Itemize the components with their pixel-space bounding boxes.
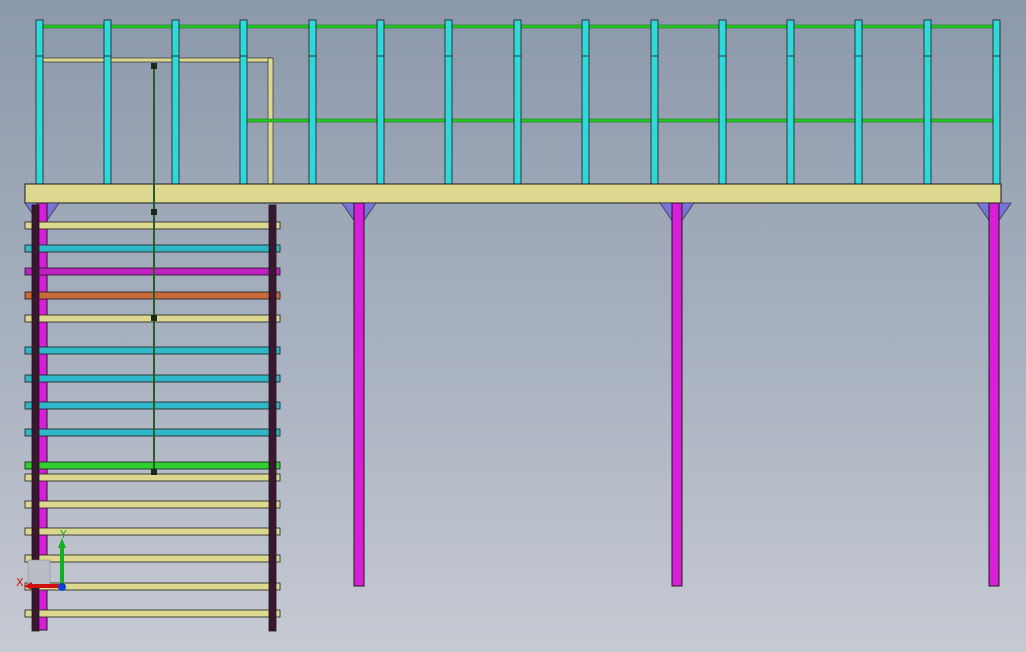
platform-deck — [24, 183, 1002, 204]
stair-tread — [24, 401, 281, 410]
support-column — [988, 202, 1000, 587]
guardrail-post — [239, 19, 248, 187]
mid-rail — [247, 118, 1001, 123]
stair-tread — [24, 461, 281, 470]
guardrail-post — [786, 19, 795, 187]
deck-plate — [24, 183, 1002, 204]
guardrail-post — [171, 19, 180, 187]
guardrail-post — [35, 19, 44, 187]
guardrail-post — [103, 19, 112, 187]
stair-tread — [24, 221, 281, 230]
stair-tread — [24, 291, 281, 300]
stair-tread — [24, 244, 281, 253]
stair-tread — [24, 428, 281, 437]
stair-tread — [24, 473, 281, 482]
hanger-clip — [151, 315, 157, 321]
graphics-viewport[interactable]: X Y — [0, 0, 1026, 652]
guardrail-posts — [35, 19, 1001, 187]
guardrail-post — [923, 19, 932, 187]
stair-tread — [24, 500, 281, 509]
guardrail-post — [581, 19, 590, 187]
axis-triad-icon: X Y — [14, 528, 74, 600]
guardrail-post — [650, 19, 659, 187]
frame-top-beam — [39, 57, 273, 63]
support-column — [671, 202, 683, 587]
support-column — [353, 202, 365, 587]
model-view[interactable] — [0, 0, 1026, 652]
stair-tread — [24, 374, 281, 383]
guardrail-post — [308, 19, 317, 187]
stair-tread — [24, 609, 281, 618]
guardrail-post — [376, 19, 385, 187]
guardrail-post — [992, 19, 1001, 187]
hanger-clip — [151, 209, 157, 215]
guardrail-post — [444, 19, 453, 187]
upper-frame — [39, 57, 274, 187]
stair-stringer-right — [268, 204, 277, 632]
stair-tread — [24, 346, 281, 355]
support-columns — [24, 202, 1012, 631]
hanger-clip — [151, 469, 157, 475]
guardrail-post — [513, 19, 522, 187]
guardrail-post — [718, 19, 727, 187]
stair-tread — [24, 267, 281, 276]
axis-x-label: X — [16, 576, 24, 589]
axis-y-label: Y — [60, 528, 67, 541]
hanger-clip — [151, 63, 157, 69]
guardrail-post — [854, 19, 863, 187]
